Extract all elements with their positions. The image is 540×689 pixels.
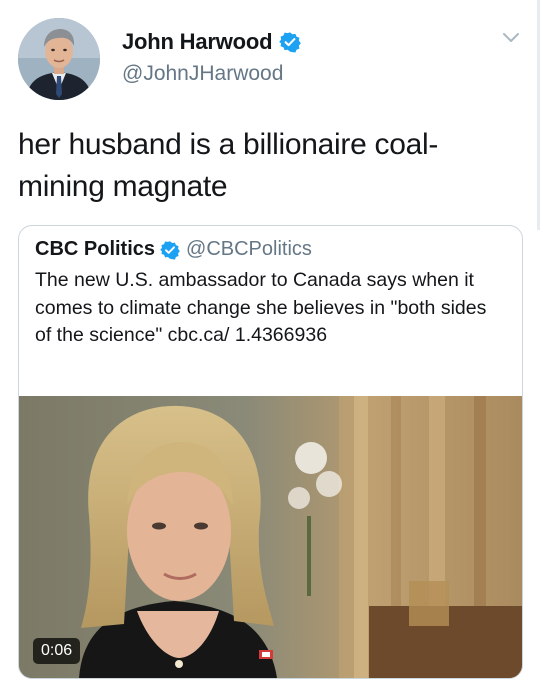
video-duration-badge: 0:06 [33, 638, 81, 664]
tweet-text: her husband is a billionaire coal-mining… [18, 128, 439, 203]
verified-badge-icon [160, 240, 180, 260]
quoted-author-display-name[interactable]: CBC Politics [35, 238, 155, 261]
tweet-detail-view: John Harwood @JohnJHarwood her husband i… [0, 0, 540, 689]
author-handle[interactable]: @JohnJHarwood [122, 62, 283, 86]
verified-badge-icon [279, 31, 302, 53]
quoted-tweet-card[interactable]: CBC Politics @CBCPolitics The new U.S. a… [18, 225, 523, 679]
chevron-down-icon[interactable] [502, 30, 520, 44]
quoted-tweet-text: The new U.S. ambassador to Canada says w… [35, 269, 487, 346]
author-display-name[interactable]: John Harwood [122, 29, 273, 55]
video-thumbnail [19, 396, 522, 678]
author-avatar[interactable] [18, 18, 100, 100]
quoted-tweet-header: CBC Politics @CBCPolitics [35, 238, 312, 261]
video-player[interactable]: 0:06 [19, 396, 522, 678]
author-name-row[interactable]: John Harwood [122, 29, 302, 55]
quoted-author-handle[interactable]: @CBCPolitics [186, 238, 312, 261]
